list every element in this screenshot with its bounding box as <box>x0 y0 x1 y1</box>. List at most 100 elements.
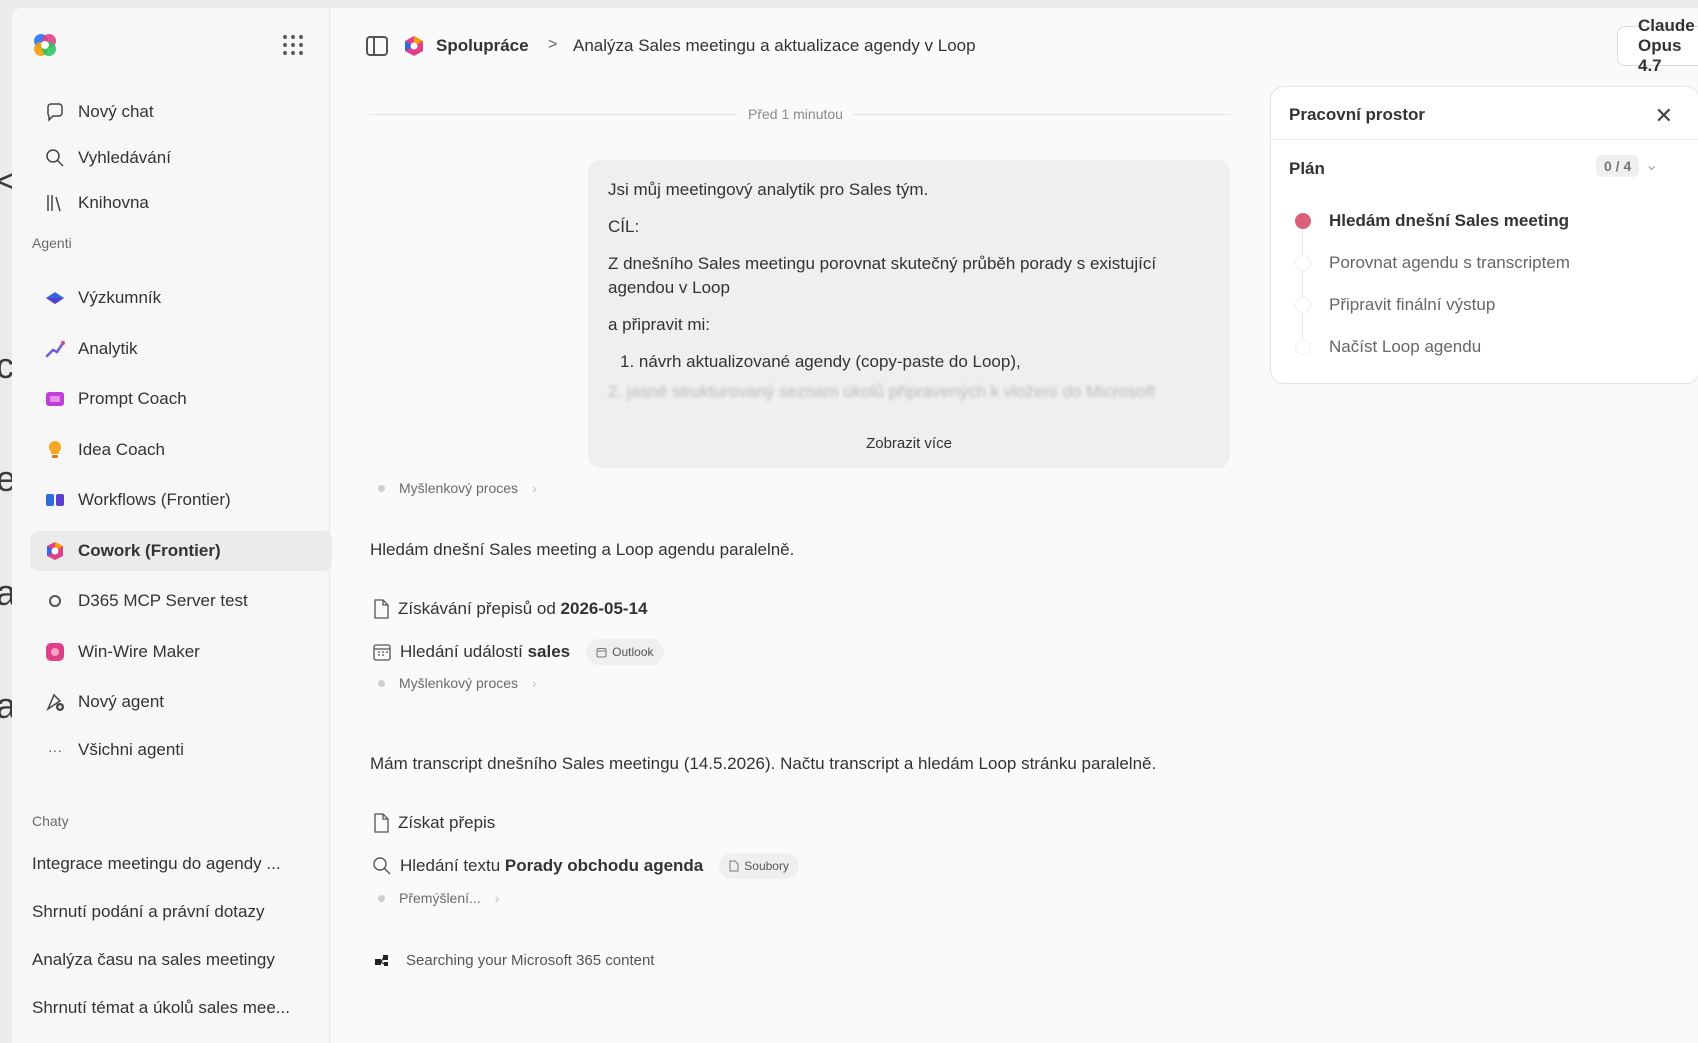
message-line: CÍL: <box>608 217 640 236</box>
nav-label: Workflows (Frontier) <box>78 490 231 509</box>
document-icon <box>374 599 389 619</box>
chevron-right-icon: › <box>494 890 500 906</box>
status-dot <box>378 679 385 687</box>
status-dot <box>378 484 385 492</box>
m365-search-icon <box>375 954 388 966</box>
prompt-coach-icon <box>44 388 66 410</box>
tool-label: Získávání přepisů od <box>398 599 561 618</box>
message-line: a připravit mi: <box>608 315 711 334</box>
step-label: Připravit finální výstup <box>1329 295 1496 314</box>
tool-call-events[interactable]: Hledání událostí sales Outlook <box>372 639 664 665</box>
close-icon[interactable]: ✕ <box>1655 103 1673 129</box>
thought-process-toggle[interactable]: Myšlenkový proces › <box>378 480 537 496</box>
step-status-dot <box>1295 339 1311 355</box>
agent-new[interactable]: Nový agent <box>30 682 332 722</box>
message-line: Z dnešního Sales meetingu porovnat skute… <box>608 254 1157 297</box>
document-icon <box>729 860 739 872</box>
thought-label: Myšlenkový proces <box>399 480 519 496</box>
nav-label: Nový agent <box>78 692 164 711</box>
search-icon <box>373 857 391 875</box>
chevron-right-icon: › <box>532 675 537 691</box>
source-chip: Soubory <box>719 853 799 879</box>
tool-label: Získat přepis <box>398 813 496 832</box>
tool-call-transcript[interactable]: Získat přepis <box>372 813 495 833</box>
message-faded-line: 2. jasně strukturovaný seznam úkolů přip… <box>608 382 1156 401</box>
breadcrumb-current[interactable]: Analýza Sales meetingu a aktualizace age… <box>573 36 976 56</box>
thought-label: Přemýšlení... <box>399 890 481 906</box>
plan-step: Porovnat agendu s transcriptem <box>1295 253 1570 273</box>
agent-researcher[interactable]: Výzkumník <box>30 278 332 318</box>
workspace-title: Pracovní prostor <box>1289 105 1426 124</box>
step-status-dot <box>1295 213 1311 229</box>
status-dot <box>378 894 385 902</box>
divider <box>1271 139 1698 140</box>
nav-search[interactable]: Vyhledávání <box>30 138 332 178</box>
step-status-dot <box>1295 297 1311 313</box>
model-selector-button[interactable]: Claude Opus 4.7 <box>1617 16 1698 75</box>
tool-call-transcripts[interactable]: Získávání přepisů od 2026-05-14 <box>372 599 648 619</box>
toggle-sidebar-icon[interactable] <box>366 36 388 56</box>
model-label: Claude Opus 4.7 <box>1638 16 1695 75</box>
nav-new-chat[interactable]: Nový chat <box>30 92 332 132</box>
step-status-dot <box>1295 255 1311 271</box>
agent-all[interactable]: ··· Všichni agenti <box>30 730 332 770</box>
more-icon: ··· <box>48 742 62 758</box>
app-launcher-icon[interactable] <box>282 34 304 56</box>
app-window: Nový chat Vyhledávání Knihovna Agenti Vý… <box>12 8 1698 1043</box>
chat-history-item[interactable]: Shrnutí podání a právní dotazy <box>32 902 312 922</box>
breadcrumb-root[interactable]: Spolupráce <box>436 36 529 56</box>
agent-workflows[interactable]: Workflows (Frontier) <box>30 480 332 520</box>
nav-label: Idea Coach <box>78 440 165 459</box>
nav-label: D365 MCP Server test <box>78 591 248 610</box>
nav-label: Nový chat <box>78 102 154 121</box>
source-chip: Outlook <box>586 639 664 665</box>
message-line: 1. návrh aktualizované agendy (copy-past… <box>620 352 1021 371</box>
assistant-text: Mám transcript dnešního Sales meetingu (… <box>370 754 1157 773</box>
thinking-indicator[interactable]: Přemýšlení... › <box>378 890 499 906</box>
nav-label: Analytik <box>78 339 138 358</box>
tool-label-bold: sales <box>527 642 571 661</box>
tool-call-text-search[interactable]: Hledání textu Porady obchodu agenda Soub… <box>372 853 799 879</box>
agent-prompt-coach[interactable]: Prompt Coach <box>30 379 332 419</box>
nav-label: Výzkumník <box>78 288 162 307</box>
tool-label-bold: Porady obchodu agenda <box>504 856 704 875</box>
chat-history-item[interactable]: Analýza času na sales meetingy <box>32 950 312 970</box>
steps-connector <box>1302 227 1303 345</box>
assistant-text: Hledám dnešní Sales meeting a Loop agend… <box>370 540 795 559</box>
workflows-icon <box>44 489 66 511</box>
thought-process-toggle[interactable]: Myšlenkový proces › <box>378 675 537 691</box>
idea-coach-icon <box>44 439 66 461</box>
search-status: Searching your Microsoft 365 content <box>374 952 654 969</box>
agent-analyst[interactable]: Analytik <box>30 329 332 369</box>
workspace-panel: Pracovní prostor ✕ Plán 0 / 4 ⌄ Hledám d… <box>1270 86 1698 384</box>
nav-label: Cowork (Frontier) <box>78 541 221 560</box>
chevron-right-icon: › <box>532 480 537 496</box>
chevron-down-icon[interactable]: ⌄ <box>1645 155 1658 175</box>
agents-section-label: Agenti <box>32 235 72 251</box>
chat-history-item[interactable]: Integrace meetingu do agendy ... <box>32 854 312 874</box>
plan-progress-badge: 0 / 4 <box>1596 155 1640 177</box>
agent-win-wire-maker[interactable]: Win-Wire Maker <box>30 632 332 672</box>
agent-idea-coach[interactable]: Idea Coach <box>30 430 332 470</box>
nav-label: Knihovna <box>78 193 149 212</box>
nav-library[interactable]: Knihovna <box>30 183 332 223</box>
step-label: Hledám dnešní Sales meeting <box>1329 211 1569 230</box>
agent-d365-mcp[interactable]: D365 MCP Server test <box>30 581 332 621</box>
chat-history-item[interactable]: Shrnutí témat a úkolů sales mee... <box>32 998 312 1018</box>
server-icon <box>44 590 66 612</box>
thought-label: Myšlenkový proces <box>399 675 519 691</box>
agent-cowork[interactable]: Cowork (Frontier) <box>30 531 332 571</box>
copilot-logo-icon[interactable] <box>32 32 58 58</box>
library-icon <box>44 192 66 214</box>
sidebar: Nový chat Vyhledávání Knihovna Agenti Vý… <box>12 8 332 1043</box>
nav-label: Prompt Coach <box>78 389 187 408</box>
step-label: Porovnat agendu s transcriptem <box>1329 253 1570 272</box>
tool-label-bold: 2026-05-14 <box>560 599 648 618</box>
analyst-icon <box>44 338 66 360</box>
calendar-icon <box>373 644 391 661</box>
plan-step: Načíst Loop agendu <box>1295 337 1481 357</box>
document-icon <box>374 813 389 833</box>
plan-step: Hledám dnešní Sales meeting <box>1295 211 1569 231</box>
new-agent-icon <box>44 691 66 713</box>
show-more-button[interactable]: Zobrazit více <box>588 432 1230 456</box>
